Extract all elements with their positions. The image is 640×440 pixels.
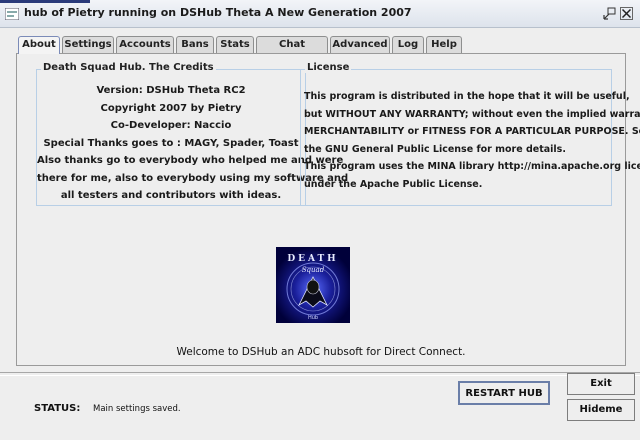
license-title: License (305, 62, 352, 73)
license-line: MERCHANTABILITY or FITNESS FOR A PARTICU… (304, 126, 640, 137)
tab-stats[interactable]: Stats (216, 36, 254, 53)
license-group: License This program is distributed in t… (300, 62, 640, 206)
logo-text-middle: Squad (302, 266, 325, 274)
logo-text-top: DEATH (287, 254, 338, 264)
license-line: but WITHOUT ANY WARRANTY; without even t… (304, 108, 640, 120)
credits-lines: Version: DSHub Theta RC2 Copyright 2007 … (37, 82, 349, 205)
tab-accounts[interactable]: Accounts (116, 36, 174, 53)
status-text: Main settings saved. (93, 404, 181, 414)
tab-chat-control[interactable]: Chat Control (256, 36, 328, 66)
credits-line: Special Thanks goes to : MAGY, Spader, T… (43, 137, 299, 149)
welcome-text: Welcome to DSHub an ADC hubsoft for Dire… (176, 346, 466, 358)
bottom-separator (0, 372, 640, 376)
maximize-icon[interactable] (603, 7, 616, 20)
credits-line: Co-Developer: Naccio (110, 120, 232, 131)
app-icon (5, 8, 19, 20)
credits-line: Copyright 2007 by Pietry (100, 102, 242, 114)
credits-line: all testers and contributors with ideas. (60, 190, 282, 201)
window-title: hub of Pietry running on DSHub Theta A N… (24, 6, 412, 19)
tab-log[interactable]: Log (392, 36, 424, 53)
license-line: This program uses the MINA library http:… (304, 161, 640, 172)
license-line: under the Apache Public License. (304, 178, 483, 190)
close-icon[interactable] (620, 7, 633, 20)
tab-bans[interactable]: Bans (176, 36, 214, 53)
license-line: This program is distributed in the hope … (304, 91, 630, 102)
tab-settings[interactable]: Settings (62, 36, 114, 53)
title-bar-accent (0, 0, 90, 3)
credits-line: there for me, also to everybody using my… (37, 172, 349, 184)
exit-button[interactable]: Exit (567, 373, 635, 395)
license-lines: This program is distributed in the hope … (304, 88, 640, 193)
logo-text-bottom: Hub (308, 315, 318, 321)
credits-group: Death Squad Hub. The Credits Version: DS… (36, 62, 349, 206)
status-label: STATUS: (34, 403, 81, 414)
title-bar: hub of Pietry running on DSHub Theta A N… (0, 0, 640, 28)
restart-hub-button[interactable]: RESTART HUB (458, 381, 550, 405)
hideme-button[interactable]: Hideme (567, 399, 635, 421)
credits-title: Death Squad Hub. The Credits (41, 62, 216, 73)
credits-line: Version: DSHub Theta RC2 (96, 85, 246, 96)
tab-advanced[interactable]: Advanced (330, 36, 390, 53)
about-panel: Death Squad Hub. The Credits Version: DS… (16, 53, 640, 366)
tab-help[interactable]: Help (426, 36, 462, 53)
credits-line: Also thanks go to everybody who helped m… (37, 155, 344, 166)
license-line: the GNU General Public License for more … (304, 143, 566, 155)
tab-about[interactable]: About (18, 36, 60, 54)
death-squad-logo: DEATH Squad Hub (276, 247, 350, 323)
